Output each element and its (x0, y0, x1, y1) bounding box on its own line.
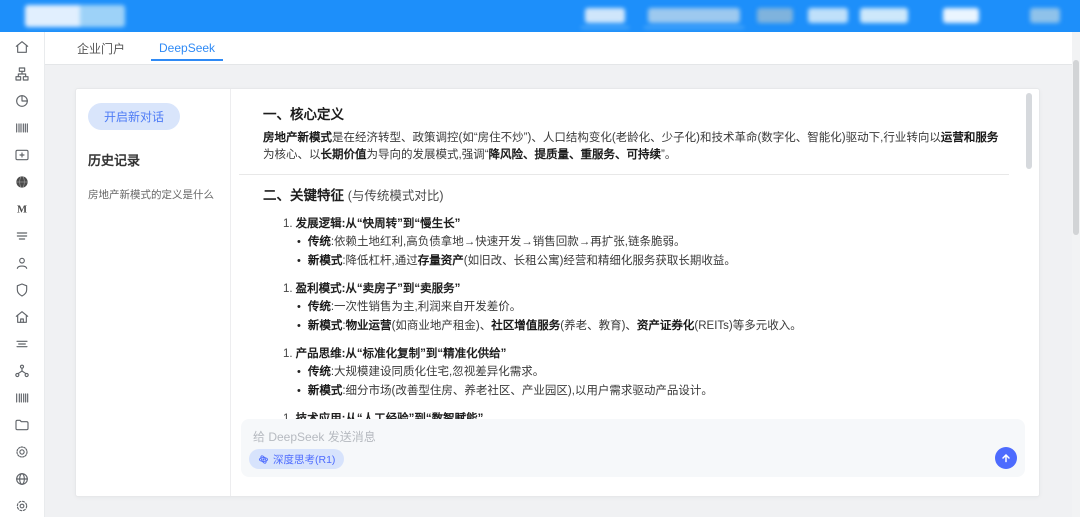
comparison-bullet: •新模式:细分市场(改善型住房、养老社区、产业园区),以用户需求驱动产品设计。 (297, 384, 1009, 399)
section-1-heading: 一、核心定义 (263, 103, 1009, 123)
layers-icon[interactable] (14, 336, 31, 352)
feature-items: 1.发展逻辑:从“快周转”到“慢生长” •传统:依赖土地红利,高负债拿地→快速开发… (263, 215, 1009, 419)
letter-m-icon[interactable]: M (14, 201, 31, 217)
deep-think-label: 深度思考(R1) (273, 452, 335, 467)
feature-item: 1.盈利模式:从“卖房子”到“卖服务” •传统:一次性销售为主,利润来自开发差价。… (283, 280, 1009, 334)
globe-icon[interactable] (14, 471, 31, 487)
window-scrollbar-thumb[interactable] (1073, 60, 1079, 235)
comparison-bullet: •新模式:降低杠杆,通过存量资产(如旧改、长租公寓)经营和精细化服务获取长期收益… (297, 254, 1009, 269)
window-scrollbar[interactable] (1072, 32, 1080, 517)
section-2-heading-bold: 二、关键特征 (263, 188, 344, 203)
dark-globe-icon[interactable] (14, 174, 31, 190)
comparison-bullet: •传统:依赖土地红利,高负债拿地→快速开发→销售回款→再扩张,链条脆弱。 (297, 235, 1009, 250)
user-icon[interactable] (14, 255, 31, 271)
atom-icon (258, 454, 269, 465)
network-icon[interactable] (14, 363, 31, 379)
org-chart-icon[interactable] (14, 66, 31, 82)
comparison-bullet: •新模式:物业运营(如商业地产租金)、社区增值服务(养老、教育)、资产证券化(R… (297, 319, 1009, 334)
tab-deepseek[interactable]: DeepSeek (157, 32, 217, 65)
definition-paragraph: 房地产新模式是在经济转型、政策调控(如“房住不炒”)、人口结构变化(老龄化、少子… (263, 130, 1009, 164)
redacted-nav-item[interactable] (757, 8, 793, 23)
redacted-nav-item[interactable] (1030, 8, 1060, 23)
redacted-nav-item[interactable] (860, 8, 908, 23)
feature-item-title: 1.盈利模式:从“卖房子”到“卖服务” (283, 280, 1009, 296)
feature-item-title: 1.技术应用:从“人工经验”到“数智赋能” (283, 410, 1009, 419)
barcode-2-icon[interactable] (14, 390, 31, 406)
feature-item-title: 1.发展逻辑:从“快周转”到“慢生长” (283, 215, 1009, 231)
home-icon[interactable] (14, 39, 31, 55)
history-item[interactable]: 房地产新模式的定义是什么 (88, 187, 220, 202)
message-composer[interactable]: 给 DeepSeek 发送消息 深度思考(R1) (241, 419, 1025, 477)
section-2-heading-suffix: (与传统模式对比) (348, 189, 444, 203)
redacted-nav-item[interactable] (943, 8, 979, 23)
redacted-nav-item[interactable] (808, 8, 848, 23)
answer-document: 一、核心定义 房地产新模式是在经济转型、政策调控(如“房住不炒”)、人口结构变化… (231, 89, 1025, 419)
page-background: 开启新对话 历史记录 房地产新模式的定义是什么 一、核心定义 房地产新模式是在经… (45, 65, 1080, 517)
barcode-icon[interactable] (14, 120, 31, 136)
pie-chart-icon[interactable] (14, 93, 31, 109)
gear-icon[interactable] (14, 498, 31, 514)
section-divider (239, 174, 1009, 175)
comparison-bullet: •传统:一次性销售为主,利润来自开发差价。 (297, 300, 1009, 315)
app-logo (25, 5, 125, 27)
list-icon[interactable] (14, 228, 31, 244)
badge-icon[interactable] (14, 444, 31, 460)
deep-think-button[interactable]: 深度思考(R1) (249, 449, 344, 469)
home-alt-icon[interactable] (14, 309, 31, 325)
feature-item: 1.发展逻辑:从“快周转”到“慢生长” •传统:依赖土地红利,高负债拿地→快速开发… (283, 215, 1009, 269)
deepseek-chat-card: 开启新对话 历史记录 房地产新模式的定义是什么 一、核心定义 房地产新模式是在经… (75, 88, 1040, 497)
feature-item: 1.技术应用:从“人工经验”到“数智赋能”•传统:依赖人力管理,效率低、成本高。 (283, 410, 1009, 419)
video-plus-icon[interactable] (14, 147, 31, 163)
tab-enterprise-portal[interactable]: 企业门户 (75, 32, 127, 65)
history-list: 房地产新模式的定义是什么 (88, 187, 220, 202)
chat-sidebar: 开启新对话 历史记录 房地产新模式的定义是什么 (76, 89, 231, 496)
answer-panel: 一、核心定义 房地产新模式是在经济转型、政策调控(如“房住不炒”)、人口结构变化… (231, 89, 1039, 496)
send-button[interactable] (995, 447, 1017, 469)
section-2-heading: 二、关键特征 (与传统模式对比) (263, 184, 1009, 204)
feature-item-title: 1.产品思维:从“标准化复制”到“精准化供给” (283, 345, 1009, 361)
shield-icon[interactable] (14, 282, 31, 298)
left-icon-rail: M (0, 32, 45, 517)
redacted-nav-item[interactable] (648, 8, 740, 23)
feature-item: 1.产品思维:从“标准化复制”到“精准化供给” •传统:大规模建设同质化住宅,忽视… (283, 345, 1009, 399)
new-chat-button[interactable]: 开启新对话 (88, 103, 180, 130)
folder-icon[interactable] (14, 417, 31, 433)
arrow-up-icon (1000, 452, 1012, 464)
svg-text:M: M (17, 205, 27, 216)
top-app-bar (0, 0, 1080, 32)
tab-bar: 企业门户 DeepSeek (45, 32, 1080, 65)
content-scrollbar-thumb[interactable] (1026, 93, 1032, 169)
redacted-nav-item[interactable] (585, 8, 625, 23)
comparison-bullet: •传统:大规模建设同质化住宅,忽视差异化需求。 (297, 365, 1009, 380)
composer-placeholder: 给 DeepSeek 发送消息 (253, 428, 376, 445)
history-title: 历史记录 (88, 150, 220, 169)
